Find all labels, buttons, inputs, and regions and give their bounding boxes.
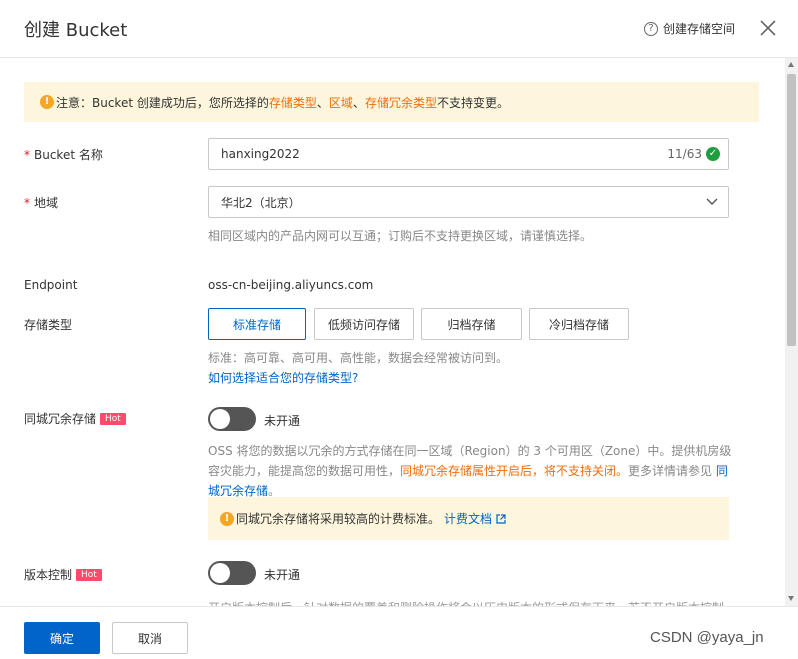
- warning-icon: !: [220, 511, 234, 526]
- dialog-footer: 确定 取消 CSDN @yaya_jn: [0, 606, 798, 659]
- storage-option-archive[interactable]: 归档存储: [421, 308, 522, 340]
- switch-knob: [210, 563, 230, 583]
- scrollbar-thumb[interactable]: [787, 74, 796, 346]
- warning-highlight-region: 区域: [328, 95, 353, 110]
- region-value: 华北2（北京）: [221, 195, 301, 210]
- hot-badge: Hot: [76, 569, 102, 581]
- billing-note-text: 同城冗余存储将采用较高的计费标准。: [236, 512, 441, 526]
- dialog-header: 创建 Bucket ? 创建存储空间: [0, 0, 798, 58]
- warning-prefix: 注意：Bucket 创建成功后，您所选择的: [56, 95, 269, 110]
- warning-highlight-storage-type: 存储类型: [268, 95, 317, 110]
- check-circle-icon: ✓: [706, 147, 720, 161]
- storage-class-desc: 标准：高可靠、高可用、高性能，数据会经常被访问到。: [208, 351, 509, 365]
- storage-option-standard[interactable]: 标准存储: [208, 308, 306, 340]
- help-link[interactable]: ? 创建存储空间: [644, 20, 735, 37]
- redundancy-switch[interactable]: [208, 407, 256, 431]
- dialog-title: 创建 Bucket: [24, 20, 128, 41]
- warning-icon: !: [40, 95, 54, 109]
- versioning-switch[interactable]: [208, 561, 256, 585]
- versioning-label: 版本控制 Hot: [24, 566, 102, 583]
- storage-option-ia[interactable]: 低频访问存储: [314, 308, 414, 340]
- storage-option-cold-archive[interactable]: 冷归档存储: [529, 308, 629, 340]
- warning-suffix: 不支持变更。: [436, 95, 509, 110]
- bucket-name-input[interactable]: hanxing2022 11/63 ✓: [208, 138, 729, 170]
- region-desc: 相同区域内的产品内网可以互通；订购后不支持更换区域，请谨慎选择。: [208, 229, 593, 243]
- close-icon[interactable]: [758, 18, 778, 38]
- bucket-name-value: hanxing2022: [221, 147, 300, 161]
- versioning-status: 未开通: [264, 568, 301, 582]
- versioning-desc: 开启版本控制后，针对数据的覆盖和删除操作将会以历史版本的形式保存下来，若不开启版…: [208, 598, 729, 606]
- bucket-name-label: * Bucket 名称: [24, 148, 103, 162]
- redundancy-status: 未开通: [264, 414, 301, 428]
- required-mark: *: [24, 148, 30, 162]
- redundancy-label: 同城冗余存储 Hot: [24, 410, 126, 427]
- redundancy-desc: OSS 将您的数据以冗余的方式存储在同一区域（Region）的 3 个可用区（Z…: [208, 444, 732, 498]
- endpoint-label: Endpoint: [24, 278, 78, 292]
- endpoint-value: oss-cn-beijing.aliyuncs.com: [208, 278, 374, 292]
- billing-note: ! 同城冗余存储将采用较高的计费标准。 计费文档: [208, 497, 729, 540]
- warning-sep-1: 、: [316, 95, 329, 110]
- storage-class-help-link[interactable]: 如何选择适合您的存储类型?: [208, 368, 358, 388]
- scroll-down-arrow-icon[interactable]: [788, 596, 794, 601]
- billing-doc-link[interactable]: 计费文档: [444, 510, 492, 527]
- external-link-icon[interactable]: [496, 513, 506, 524]
- warning-sep-2: 、: [352, 95, 365, 110]
- region-label: * 地域: [24, 196, 59, 210]
- storage-class-label: 存储类型: [24, 318, 73, 332]
- chevron-down-icon: [706, 198, 718, 205]
- warning-banner: ! 注意：Bucket 创建成功后，您所选择的 存储类型 、 区域 、 存储冗余…: [24, 82, 759, 122]
- help-link-label: 创建存储空间: [663, 22, 736, 36]
- warning-highlight-redundancy: 存储冗余类型: [364, 95, 437, 110]
- switch-knob: [210, 409, 230, 429]
- scroll-up-arrow-icon[interactable]: [788, 62, 794, 67]
- confirm-button[interactable]: 确定: [24, 622, 100, 654]
- char-count: 11/63: [667, 147, 702, 161]
- question-icon: ?: [644, 21, 658, 36]
- region-select[interactable]: 华北2（北京）: [208, 186, 729, 218]
- hot-badge: Hot: [100, 413, 126, 425]
- watermark: CSDN @yaya_jn: [650, 629, 764, 646]
- cancel-button[interactable]: 取消: [112, 622, 188, 654]
- required-mark: *: [24, 196, 30, 210]
